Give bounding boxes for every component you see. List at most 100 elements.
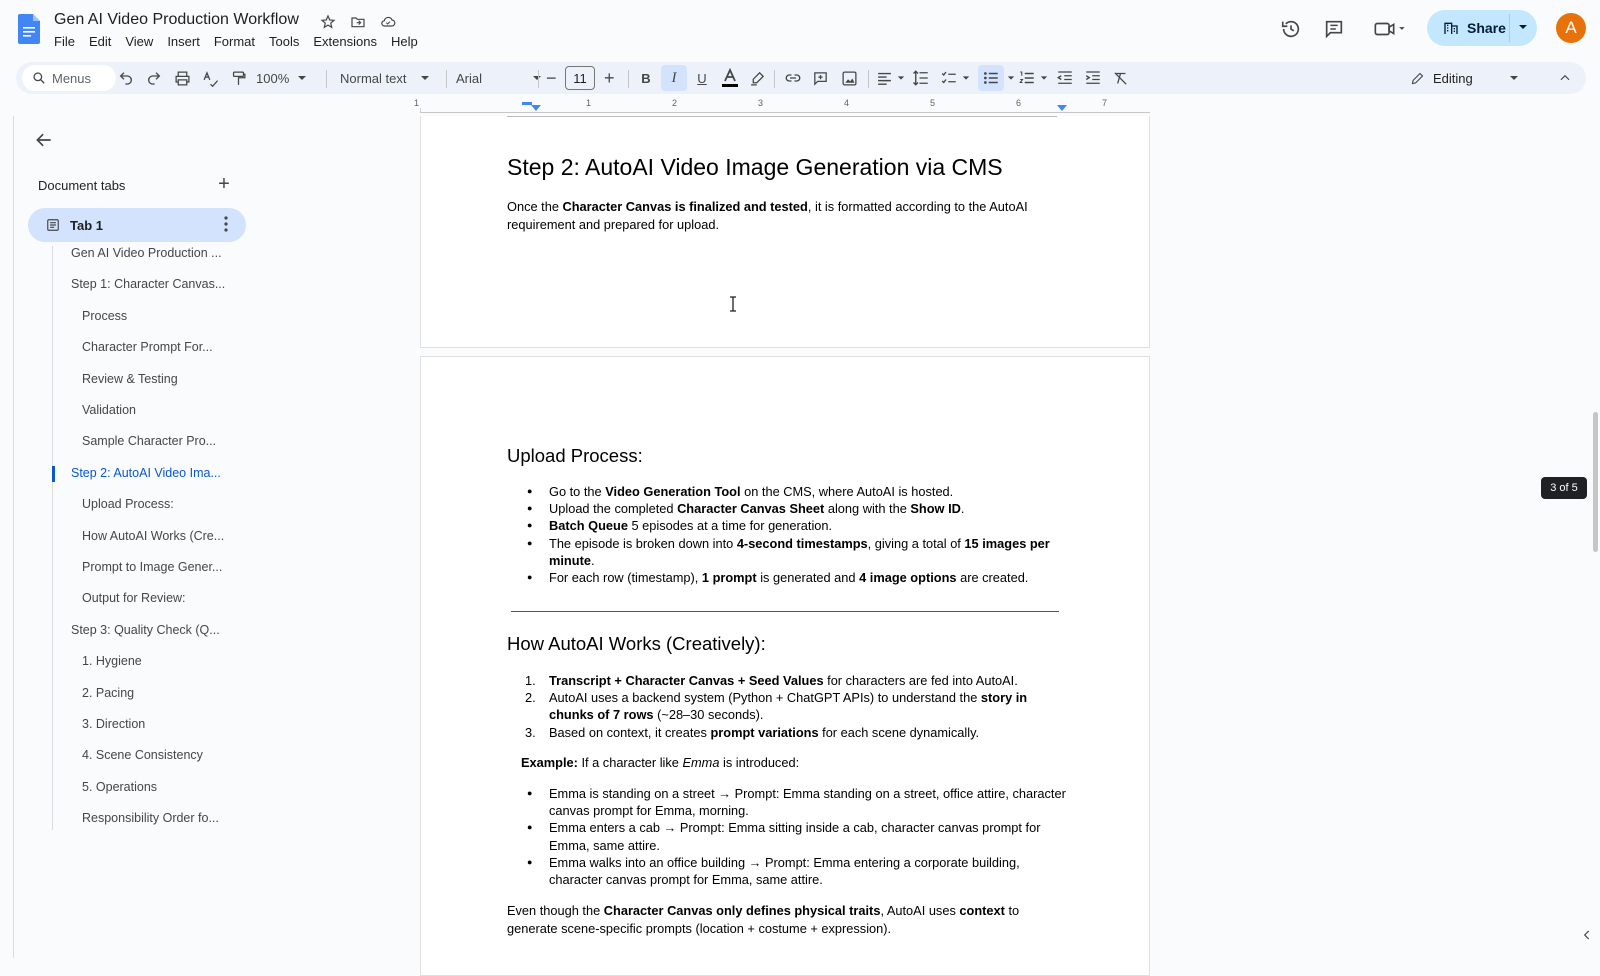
- text-color-button[interactable]: [719, 62, 741, 94]
- zoom-value: 100%: [256, 70, 290, 86]
- outline-item[interactable]: Character Prompt For...: [53, 340, 243, 354]
- final-paragraph: Even though the Character Canvas only de…: [507, 903, 1020, 936]
- list-item: 2. AutoAI uses a backend system (Python +…: [525, 690, 1028, 723]
- outline-item[interactable]: Prompt to Image Gener...: [53, 560, 243, 574]
- step2-paragraph: Once the Character Canvas is finalized a…: [507, 199, 1028, 232]
- document-page[interactable]: Upload Process: Go to the Video Generati…: [420, 356, 1150, 976]
- document-page[interactable]: Step 2: AutoAI Video Image Generation vi…: [420, 116, 1150, 348]
- more-vert-icon[interactable]: [224, 216, 228, 235]
- add-comment-icon[interactable]: [812, 62, 829, 94]
- outline-item[interactable]: Review & Testing: [53, 372, 243, 386]
- font-size-input[interactable]: 11: [565, 66, 595, 90]
- editing-mode-label: Editing: [1433, 70, 1473, 86]
- font-select[interactable]: Arial: [456, 62, 542, 94]
- numbered-list-select[interactable]: [1018, 62, 1048, 94]
- italic-button[interactable]: I: [661, 65, 687, 91]
- chevron-down-icon: [1040, 76, 1048, 80]
- search-menus[interactable]: Menus: [22, 65, 116, 91]
- paint-format-icon[interactable]: [230, 62, 247, 94]
- document-title[interactable]: Gen AI Video Production Workflow: [54, 11, 299, 29]
- ruler-ticks: [420, 102, 1067, 112]
- bulleted-list-dropdown[interactable]: [1007, 62, 1015, 94]
- editing-mode-select[interactable]: Editing: [1410, 62, 1519, 94]
- document-tabs-sidebar: Document tabs + Tab 1 Gen AI Video Produ…: [14, 116, 264, 958]
- outline-item[interactable]: Responsibility Order fo...: [53, 811, 243, 825]
- list-item: Emma enters a cab → Prompt: Emma sitting…: [527, 819, 1069, 853]
- menu-format[interactable]: Format: [214, 34, 262, 49]
- outline-item[interactable]: Upload Process:: [53, 497, 243, 511]
- add-tab-icon[interactable]: +: [214, 173, 234, 195]
- star-icon[interactable]: [318, 12, 338, 32]
- bulleted-list-icon: [984, 72, 998, 84]
- link-icon[interactable]: [784, 62, 802, 94]
- list-item: Emma walks into an office building → Pro…: [527, 854, 1069, 888]
- ruler-label: 3: [758, 98, 764, 108]
- decrease-indent-icon[interactable]: [1056, 62, 1074, 94]
- list-item: 1. Transcript + Character Canvas + Seed V…: [525, 673, 1018, 688]
- outline-item[interactable]: 4. Scene Consistency: [53, 748, 243, 762]
- decrease-font-size-button[interactable]: −: [546, 62, 557, 94]
- bold-button[interactable]: B: [636, 62, 656, 94]
- ruler-label: 6: [1016, 98, 1022, 108]
- menu-help[interactable]: Help: [391, 34, 425, 49]
- menu-insert[interactable]: Insert: [167, 34, 207, 49]
- print-icon[interactable]: [174, 62, 191, 94]
- bulleted-list-button[interactable]: [978, 65, 1004, 91]
- back-arrow-icon[interactable]: [34, 130, 58, 154]
- outline-item[interactable]: Gen AI Video Production ...: [53, 246, 243, 260]
- increase-indent-icon[interactable]: [1084, 62, 1102, 94]
- chevron-down-icon: [962, 76, 970, 80]
- document-outline: Gen AI Video Production ... Step 1: Chara…: [52, 246, 252, 830]
- outline-item[interactable]: 2. Pacing: [53, 686, 243, 700]
- version-history-icon[interactable]: [1279, 17, 1303, 41]
- zoom-select[interactable]: 100%: [256, 62, 307, 94]
- align-select[interactable]: [876, 62, 905, 94]
- checklist-select[interactable]: [940, 62, 970, 94]
- comments-icon[interactable]: [1322, 17, 1346, 41]
- collapse-menus-icon[interactable]: [1558, 62, 1572, 94]
- share-button[interactable]: Share: [1427, 10, 1537, 46]
- outline-item[interactable]: Step 2: AutoAI Video Ima...: [53, 466, 243, 480]
- share-dropdown-icon[interactable]: [1517, 20, 1529, 36]
- outline-item[interactable]: Validation: [53, 403, 243, 417]
- checklist-icon: [941, 71, 956, 84]
- docs-logo-icon[interactable]: [18, 14, 40, 44]
- menu-tools[interactable]: Tools: [269, 34, 306, 49]
- outline-item[interactable]: Sample Character Pro...: [53, 434, 243, 448]
- vertical-ruler[interactable]: [0, 116, 14, 958]
- outline-item[interactable]: 1. Hygiene: [53, 654, 243, 668]
- menu-extensions[interactable]: Extensions: [313, 34, 384, 49]
- outline-item[interactable]: Process: [53, 309, 243, 323]
- outline-item[interactable]: Output for Review:: [53, 591, 243, 605]
- move-folder-icon[interactable]: [348, 12, 368, 32]
- vertical-scrollbar[interactable]: [1593, 412, 1598, 552]
- line-spacing-icon[interactable]: [912, 62, 930, 94]
- clear-formatting-icon[interactable]: [1112, 62, 1129, 94]
- search-menus-label: Menus: [52, 70, 92, 86]
- side-panel-toggle-icon[interactable]: [1580, 928, 1600, 952]
- horizontal-ruler[interactable]: 1 1 2 3 4 5 6 7: [414, 98, 1150, 116]
- list-item: 3. Based on context, it creates prompt va…: [525, 724, 980, 740]
- outline-item[interactable]: Step 1: Character Canvas...: [53, 277, 243, 291]
- outline-item[interactable]: Step 3: Quality Check (Q...: [53, 623, 243, 637]
- tab-1[interactable]: Tab 1: [28, 208, 246, 242]
- spellcheck-icon[interactable]: [202, 62, 219, 94]
- meet-video-icon[interactable]: [1370, 17, 1410, 41]
- highlight-icon[interactable]: [749, 62, 766, 94]
- menu-file[interactable]: File: [54, 34, 82, 49]
- undo-icon[interactable]: [118, 62, 134, 94]
- outline-item[interactable]: 5. Operations: [53, 780, 243, 794]
- outline-item[interactable]: How AutoAI Works (Cre...: [53, 529, 243, 543]
- increase-font-size-button[interactable]: +: [604, 62, 615, 94]
- app-header: Gen AI Video Production Workflow File Ed…: [0, 0, 1600, 60]
- menu-edit[interactable]: Edit: [89, 34, 118, 49]
- cloud-saved-icon[interactable]: [378, 12, 398, 32]
- list-item: The episode is broken down into 4-second…: [527, 535, 1069, 569]
- insert-image-icon[interactable]: [841, 62, 858, 94]
- style-select[interactable]: Normal text: [340, 62, 430, 94]
- underline-button[interactable]: U: [692, 62, 712, 94]
- menu-view[interactable]: View: [125, 34, 160, 49]
- avatar[interactable]: A: [1556, 13, 1586, 43]
- redo-icon[interactable]: [146, 62, 162, 94]
- outline-item[interactable]: 3. Direction: [53, 717, 243, 731]
